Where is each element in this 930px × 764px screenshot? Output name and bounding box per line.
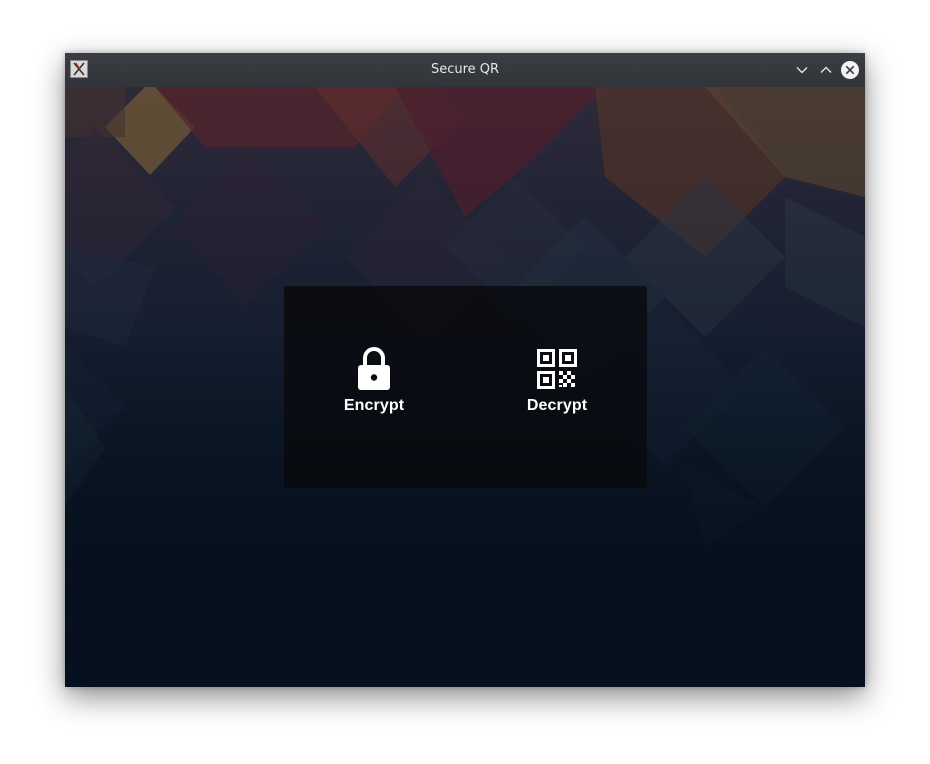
minimize-button[interactable] xyxy=(792,60,812,80)
title-bar[interactable]: Secure QR xyxy=(65,53,865,87)
maximize-button[interactable] xyxy=(816,60,836,80)
action-panel: Encrypt Decrypt xyxy=(284,286,647,488)
close-button[interactable] xyxy=(840,60,860,80)
window-title: Secure QR xyxy=(430,62,500,77)
encrypt-button[interactable]: Encrypt xyxy=(309,286,439,488)
app-window: Secure QR Encrypt Decrypt xyxy=(65,53,865,687)
qr-code-icon xyxy=(535,346,579,392)
chevron-up-icon xyxy=(820,66,832,73)
decrypt-label: Decrypt xyxy=(526,397,588,414)
decrypt-button[interactable]: Decrypt xyxy=(492,286,622,488)
chevron-down-icon xyxy=(796,67,808,74)
encrypt-label: Encrypt xyxy=(343,397,405,414)
main-content: Encrypt Decrypt xyxy=(65,87,865,687)
lock-icon xyxy=(352,346,396,392)
close-icon xyxy=(841,61,859,79)
